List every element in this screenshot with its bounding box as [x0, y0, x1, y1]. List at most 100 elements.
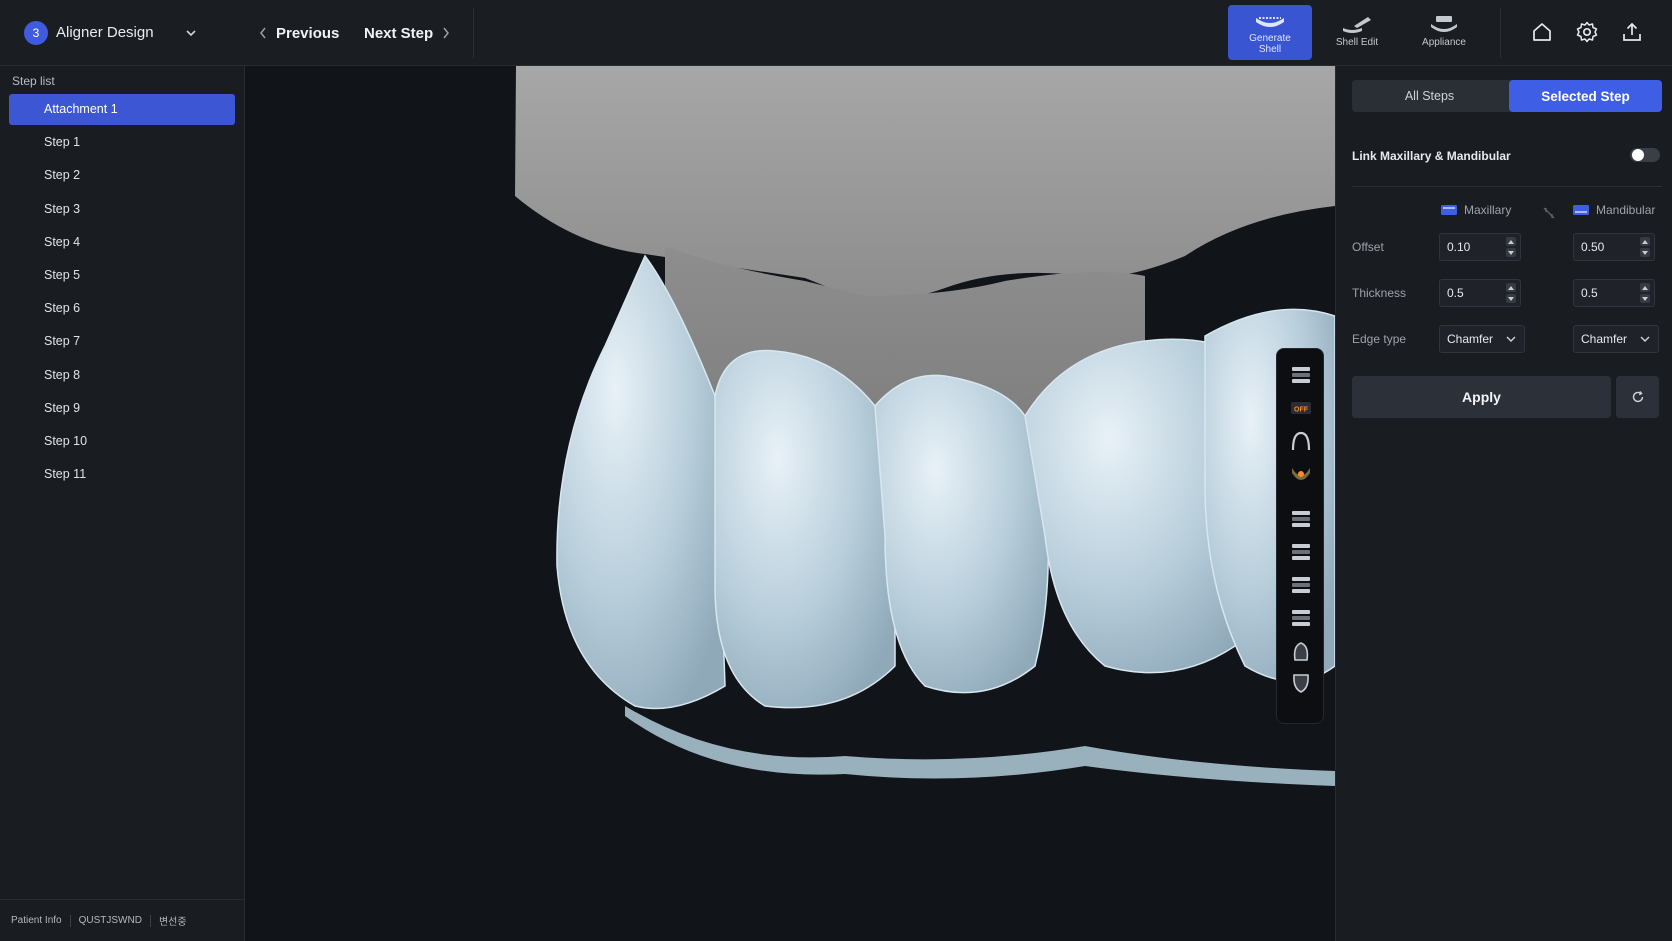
chevron-down-icon[interactable]	[182, 24, 200, 42]
apply-button[interactable]: Apply	[1352, 376, 1611, 418]
tab-all-steps[interactable]: All Steps	[1352, 80, 1507, 112]
reset-button[interactable]	[1616, 376, 1659, 418]
divider	[473, 8, 474, 58]
maxillary-edge-type-value: Chamfer	[1447, 332, 1494, 346]
stage-number-badge: 3	[24, 21, 48, 45]
step-item[interactable]: Step 5	[9, 260, 235, 291]
step-item[interactable]: Step 1	[9, 127, 235, 158]
appliance-icon	[1431, 16, 1457, 32]
link-arches-toggle[interactable]	[1630, 148, 1660, 162]
home-button[interactable]	[1525, 15, 1559, 49]
increment-icon[interactable]	[1506, 237, 1516, 246]
mandibular-arch-icon	[1573, 205, 1589, 215]
mandibular-column-header: Mandibular	[1572, 203, 1655, 217]
decrement-icon[interactable]	[1506, 248, 1516, 257]
mandibular-label: Mandibular	[1596, 203, 1656, 217]
decrement-icon[interactable]	[1506, 294, 1516, 303]
svg-text:OFF: OFF	[1294, 407, 1309, 414]
patient-info-label[interactable]: Patient Info	[11, 915, 70, 926]
export-button[interactable]	[1615, 15, 1649, 49]
step-item[interactable]: Step 6	[9, 293, 235, 324]
mandibular-edge-type-select[interactable]: Chamfer	[1573, 325, 1659, 353]
mandibular-offset-value: 0.50	[1581, 240, 1605, 254]
link-arches-label: Link Maxillary & Mandibular	[1352, 149, 1511, 163]
next-step-button[interactable]: Next Step	[364, 20, 451, 46]
top-view-icon[interactable]	[1287, 637, 1315, 665]
patient-name: 변선중	[158, 917, 187, 928]
shell-edit-label: Shell Edit	[1335, 37, 1379, 48]
next-step-label: Next Step	[364, 24, 434, 42]
gingiva-off-icon[interactable]: OFF	[1287, 394, 1315, 422]
mandibular-thickness-field[interactable]: 0.5	[1573, 279, 1655, 307]
step-item[interactable]: Step 8	[9, 360, 235, 391]
divider	[1352, 186, 1662, 187]
thickness-stepper[interactable]	[1639, 283, 1651, 303]
edge-type-label: Edge type	[1352, 332, 1407, 346]
3d-viewport[interactable]	[245, 66, 1335, 941]
tab-selected-step[interactable]: Selected Step	[1509, 80, 1662, 112]
step-item[interactable]: Step 9	[9, 393, 235, 424]
maxillary-offset-field[interactable]: 0.10	[1439, 233, 1521, 261]
patient-info-bar: Patient Info QUSTJSWND 변선중	[0, 899, 245, 941]
maxillary-label: Maxillary	[1464, 203, 1512, 217]
increment-icon[interactable]	[1640, 283, 1650, 292]
step-item[interactable]: Step 2	[9, 160, 235, 191]
step-list-title: Step list	[12, 74, 55, 88]
chevron-down-icon	[1506, 336, 1516, 342]
maxillary-arch-icon	[1441, 205, 1457, 215]
decrement-icon[interactable]	[1640, 294, 1650, 303]
lower-off-icon[interactable]	[1287, 461, 1315, 489]
front-view-icon[interactable]	[1287, 505, 1315, 533]
arch-outline-icon[interactable]	[1287, 427, 1315, 455]
maxillary-offset-value: 0.10	[1447, 240, 1471, 254]
step-item-attachment[interactable]: Attachment 1	[9, 94, 235, 125]
unlink-icon[interactable]	[1542, 206, 1556, 220]
generate-shell-label: Generate Shell	[1249, 33, 1291, 55]
step-list: Attachment 1 Step 1 Step 2 Step 3 Step 4 Step…	[9, 94, 235, 492]
maxillary-edge-type-select[interactable]: Chamfer	[1439, 325, 1525, 353]
upper-arch-icon[interactable]	[1287, 361, 1315, 389]
maxillary-thickness-field[interactable]: 0.5	[1439, 279, 1521, 307]
back-view-icon[interactable]	[1287, 538, 1315, 566]
step-item[interactable]: Step 7	[9, 326, 235, 357]
patient-id: QUSTJSWND	[78, 915, 142, 926]
chevron-down-icon	[1640, 336, 1650, 342]
generate-shell-button[interactable]: Generate Shell	[1228, 5, 1312, 60]
app-window: 3 Aligner Design Previous Next Step Gene…	[0, 0, 1672, 941]
gear-icon	[1576, 21, 1598, 43]
bottom-view-icon[interactable]	[1287, 669, 1315, 697]
decrement-icon[interactable]	[1640, 248, 1650, 257]
step-item[interactable]: Step 11	[9, 459, 235, 490]
shell-edit-button[interactable]: Shell Edit	[1315, 5, 1399, 60]
maxillary-column-header: Maxillary	[1440, 203, 1511, 217]
previous-button[interactable]: Previous	[258, 20, 339, 46]
left-view-icon[interactable]	[1287, 571, 1315, 599]
offset-stepper[interactable]	[1639, 237, 1651, 257]
view-toolstrip: OFF	[1276, 348, 1324, 724]
step-item[interactable]: Step 4	[9, 227, 235, 258]
divider	[1500, 8, 1501, 58]
step-scope-toggle: All Steps Selected Step	[1352, 80, 1662, 112]
export-icon	[1623, 22, 1641, 41]
shell-settings-panel: All Steps Selected Step Link Maxillary &…	[1335, 66, 1672, 941]
increment-icon[interactable]	[1640, 237, 1650, 246]
mandibular-offset-field[interactable]: 0.50	[1573, 233, 1655, 261]
shell-edit-icon	[1343, 17, 1371, 33]
step-item[interactable]: Step 3	[9, 194, 235, 225]
thickness-label: Thickness	[1352, 286, 1407, 300]
offset-stepper[interactable]	[1505, 237, 1517, 257]
right-view-icon[interactable]	[1287, 604, 1315, 632]
settings-button[interactable]	[1570, 15, 1604, 49]
chevron-left-icon	[260, 27, 266, 39]
appliance-button[interactable]: Appliance	[1402, 5, 1486, 60]
appliance-label: Appliance	[1422, 37, 1466, 48]
thickness-stepper[interactable]	[1505, 283, 1517, 303]
dental-model-render[interactable]	[245, 66, 1335, 941]
step-list-sidebar: Step list Attachment 1 Step 1 Step 2 Step 3…	[0, 66, 245, 941]
increment-icon[interactable]	[1506, 283, 1516, 292]
stage-title[interactable]: Aligner Design	[56, 24, 154, 41]
refresh-icon	[1632, 391, 1643, 403]
mandibular-edge-type-value: Chamfer	[1581, 332, 1628, 346]
home-icon	[1533, 23, 1551, 41]
step-item[interactable]: Step 10	[9, 426, 235, 457]
